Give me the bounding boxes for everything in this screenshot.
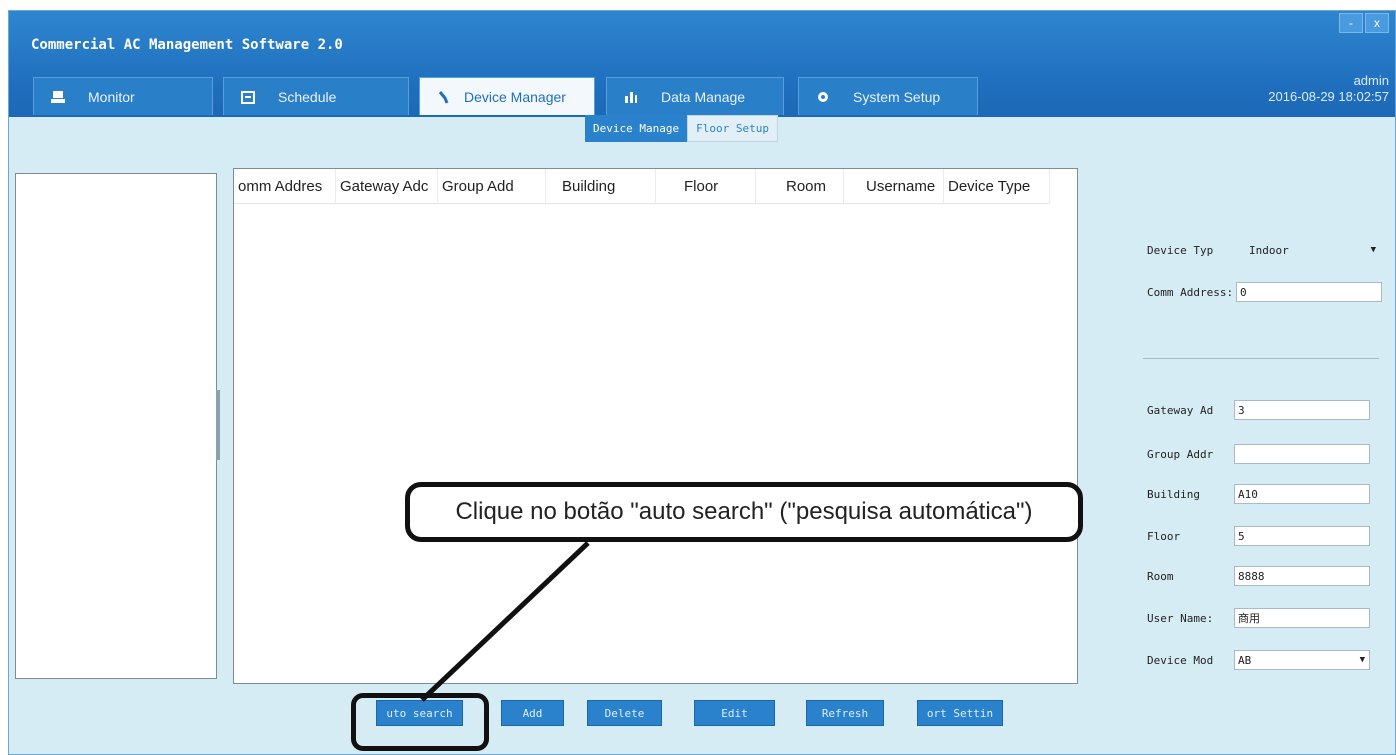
calendar-icon — [240, 89, 256, 105]
device-mod-value: AB — [1238, 653, 1252, 667]
room-label: Room — [1147, 569, 1174, 583]
tab-label: System Setup — [853, 88, 941, 105]
tab-label: Data Manage — [661, 88, 746, 105]
device-type-select[interactable]: Indoor ▼ — [1246, 240, 1376, 260]
table-header: omm Addres Gateway Adc Group Add Buildin… — [234, 169, 1050, 204]
tab-schedule[interactable]: Schedule — [223, 77, 409, 115]
subtab-bar: Device Manage Floor Setup — [585, 115, 778, 142]
device-table[interactable]: omm Addres Gateway Adc Group Add Buildin… — [233, 168, 1078, 684]
port-setting-button[interactable]: ort Settin — [917, 700, 1003, 726]
device-type-label: Device Typ — [1147, 243, 1214, 257]
chevron-down-icon: ▼ — [1359, 655, 1365, 665]
username-label: User Name: — [1147, 611, 1214, 625]
comm-address-label: Comm Address: — [1147, 285, 1234, 299]
group-input[interactable] — [1234, 444, 1370, 464]
chevron-down-icon: ▼ — [1370, 245, 1376, 255]
user-info: admin 2016-08-29 18:02:57 — [1268, 73, 1389, 105]
app-title: Commercial AC Management Software 2.0 — [31, 37, 343, 53]
title-bar: Commercial AC Management Software 2.0 - … — [9, 11, 1395, 117]
subtab-device-manage[interactable]: Device Manage — [585, 115, 688, 142]
form-divider — [1143, 358, 1379, 359]
subtab-floor-setup[interactable]: Floor Setup — [687, 115, 778, 142]
bar-chart-icon — [623, 89, 639, 105]
tab-label: Device Manager — [464, 88, 566, 105]
column-header-device-type[interactable]: Device Type — [944, 169, 1050, 203]
monitor-icon — [50, 89, 66, 105]
refresh-button[interactable]: Refresh — [806, 700, 884, 726]
column-header-floor[interactable]: Floor — [656, 169, 756, 203]
column-header-username[interactable]: Username — [844, 169, 944, 203]
room-input[interactable]: 8888 — [1234, 566, 1370, 586]
tab-label: Schedule — [278, 88, 337, 105]
device-mod-select[interactable]: AB ▼ — [1234, 650, 1370, 670]
gateway-label: Gateway Ad — [1147, 403, 1214, 417]
username: admin — [1353, 73, 1389, 88]
tab-data-manage[interactable]: Data Manage — [606, 77, 784, 115]
tab-monitor[interactable]: Monitor — [33, 77, 213, 115]
auto-search-highlight — [351, 693, 489, 751]
gateway-input[interactable]: 3 — [1234, 400, 1370, 420]
gear-icon — [815, 89, 831, 105]
device-mod-label: Device Mod — [1147, 653, 1214, 667]
column-header-room[interactable]: Room — [756, 169, 844, 203]
floor-label: Floor — [1147, 529, 1181, 543]
comm-address-input[interactable]: 0 — [1236, 282, 1382, 302]
floor-tree-panel[interactable] — [15, 173, 217, 679]
instruction-callout: Clique no botão "auto search" ("pesquisa… — [405, 482, 1083, 542]
column-header-building[interactable]: Building — [546, 169, 656, 203]
delete-button[interactable]: Delete — [587, 700, 662, 726]
tab-label: Monitor — [88, 88, 135, 105]
edit-button[interactable]: Edit — [694, 700, 775, 726]
datetime: 2016-08-29 18:02:57 — [1268, 89, 1389, 104]
callout-text: Clique no botão "auto search" ("pesquisa… — [455, 498, 1033, 525]
panel-splitter[interactable] — [216, 390, 220, 460]
floor-input[interactable]: 5 — [1234, 526, 1370, 546]
minimize-button[interactable]: - — [1339, 13, 1363, 33]
close-button[interactable]: x — [1365, 13, 1389, 33]
wrench-icon — [436, 89, 452, 105]
window-controls: - x — [1339, 13, 1389, 33]
column-header-gateway-address[interactable]: Gateway Adc — [336, 169, 438, 203]
group-label: Group Addr — [1147, 447, 1214, 461]
device-type-value: Indoor — [1249, 243, 1289, 257]
column-header-comm-address[interactable]: omm Addres — [234, 169, 336, 203]
building-input[interactable]: A10 — [1234, 484, 1370, 504]
tab-device-manager[interactable]: Device Manager — [419, 77, 595, 115]
building-label: Building — [1147, 487, 1200, 501]
add-button[interactable]: Add — [501, 700, 564, 726]
username-input[interactable]: 商用 — [1234, 608, 1370, 628]
column-header-group-address[interactable]: Group Add — [438, 169, 546, 203]
tab-system-setup[interactable]: System Setup — [798, 77, 978, 115]
